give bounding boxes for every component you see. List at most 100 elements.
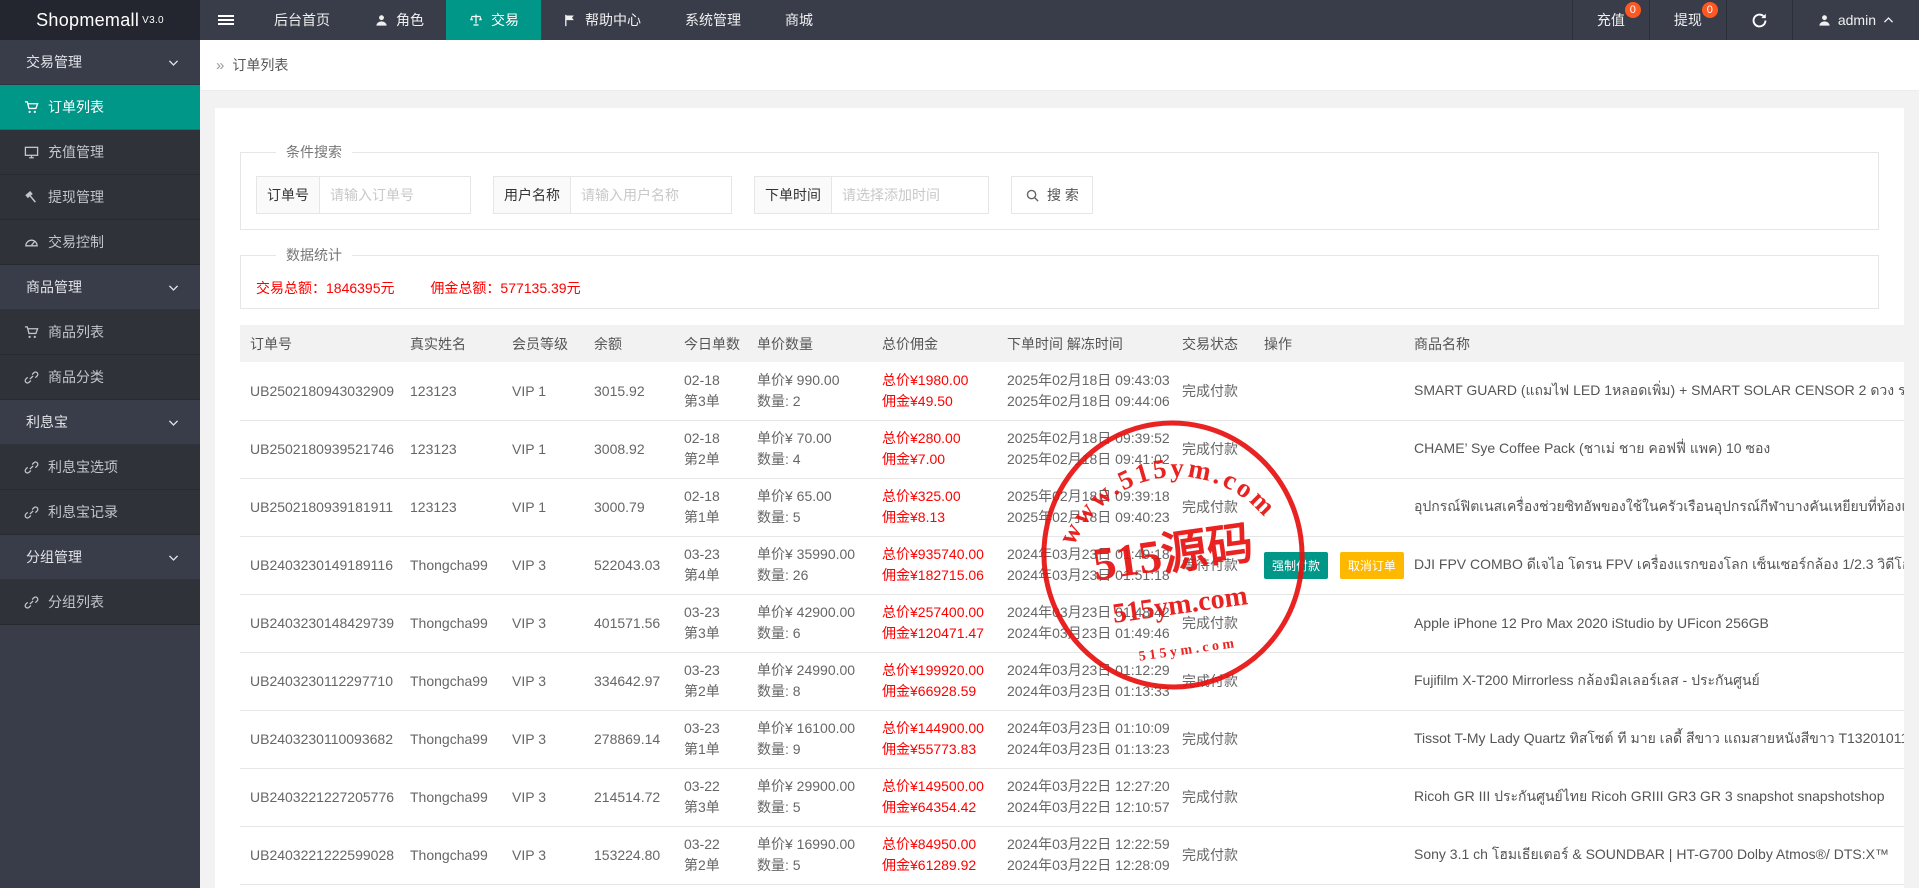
vip-level-cell: VIP 3	[502, 594, 584, 653]
recharge-shortcut[interactable]: 充值 0	[1571, 0, 1649, 40]
sidebar-item-recharge-management[interactable]: 充值管理	[0, 130, 200, 175]
real-name-cell: 123123	[400, 478, 502, 537]
chevron-down-icon	[167, 551, 180, 564]
username-group: 用户名称	[493, 176, 732, 214]
order-time-cell: 2024年03月23日 01:49:18 2024年03月23日 01:51:18	[997, 536, 1172, 595]
nav-label: 后台首页	[274, 12, 330, 28]
product-name-cell: Tissot T-My Lady Quartz ทิสโซต์ ที มาย เ…	[1404, 710, 1904, 769]
refresh-button[interactable]	[1725, 0, 1792, 40]
order-id-cell: UB2403230149189116	[240, 536, 400, 595]
today-orders-cell: 02-18 第3单	[674, 362, 747, 421]
balance-cell: 214514.72	[584, 768, 674, 827]
username: admin	[1837, 12, 1876, 28]
balance-cell: 401571.56	[584, 594, 674, 653]
app-version: V3.0	[142, 14, 164, 26]
order-id-input[interactable]	[319, 176, 471, 214]
sidebar-item-interest-records[interactable]: 利息宝记录	[0, 490, 200, 535]
sidebar-group-grouping-management[interactable]: 分组管理	[0, 535, 200, 580]
balance-cell	[584, 884, 674, 888]
nav-item-help-center[interactable]: 帮助中心	[541, 0, 663, 40]
order-time-cell: 2024年03月23日 01:48:42 2024年03月23日 01:49:46	[997, 594, 1172, 653]
sidebar-item-label: 交易控制	[48, 234, 104, 250]
nav-item-mall[interactable]: 商城	[763, 0, 835, 40]
sidebar-group-interest-treasure[interactable]: 利息宝	[0, 400, 200, 445]
vip-level-cell: VIP 1	[502, 362, 584, 421]
balance-cell: 3015.92	[584, 362, 674, 421]
username-input[interactable]	[570, 176, 732, 214]
col-actions: 操作	[1254, 325, 1404, 362]
balance-cell: 334642.97	[584, 652, 674, 711]
search-panel: 条件搜索 订单号 用户名称 下单时间	[240, 142, 1879, 230]
monitor-icon	[24, 145, 39, 160]
trade-status-cell: 完成付款	[1172, 710, 1254, 769]
nav-label: 商城	[785, 12, 813, 28]
content: 条件搜索 订单号 用户名称 下单时间	[200, 91, 1919, 888]
actions-cell	[1254, 362, 1404, 421]
trade-status-cell: 完成付款	[1172, 768, 1254, 827]
real-name-cell: Thongcha99	[400, 594, 502, 653]
sidebar-group-label: 交易管理	[26, 54, 82, 70]
top-right-menu: 充值 0 提现 0 admin	[1571, 0, 1919, 40]
product-name-cell: Apple iPhone 12 Pro Max 2020 iStudio by …	[1404, 594, 1904, 653]
top-nav: 后台首页 角色 交易 帮助中心 系统管理 商城	[252, 0, 835, 40]
sidebar-item-trade-control[interactable]: 交易控制	[0, 220, 200, 265]
sidebar-item-label: 分组列表	[48, 594, 104, 610]
sidebar-collapse-button[interactable]	[200, 0, 252, 40]
chevron-down-icon	[167, 56, 180, 69]
col-unit-qty: 单价数量	[747, 325, 872, 362]
table-row: UB2502180939521746 123123 VIP 1 3008.92 …	[240, 420, 1904, 479]
sidebar-group-label: 利息宝	[26, 414, 68, 430]
nav-item-roles[interactable]: 角色	[352, 0, 446, 40]
order-time-cell: 2024年03月23日 01:12:29 2024年03月23日 01:13:33	[997, 652, 1172, 711]
user-menu[interactable]: admin	[1791, 0, 1919, 40]
force-pay-button[interactable]: 强制付款	[1264, 551, 1329, 579]
top-bar: Shopmemall V3.0 后台首页 角色 交易 帮助中心 系统管理 商城 充…	[0, 0, 1919, 40]
actions-cell	[1254, 652, 1404, 711]
link-icon	[24, 595, 39, 610]
sidebar-group-product-management[interactable]: 商品管理	[0, 265, 200, 310]
today-orders-cell: 03-23 第2单	[674, 652, 747, 711]
total-commission-cell: 总价¥144900.00 佣金¥55773.83	[872, 710, 997, 769]
table-row: UB2502180939181911 123123 VIP 1 3000.79 …	[240, 478, 1904, 537]
nav-item-dashboard[interactable]: 后台首页	[252, 0, 352, 40]
trade-status-cell: 等待付款	[1172, 536, 1254, 595]
link-icon	[24, 370, 39, 385]
username-label: 用户名称	[493, 176, 570, 214]
sidebar-item-interest-options[interactable]: 利息宝选项	[0, 445, 200, 490]
sidebar-item-product-category[interactable]: 商品分类	[0, 355, 200, 400]
sidebar-item-label: 利息宝选项	[48, 459, 118, 475]
table-header: 订单号 真实姓名 会员等级 余额 今日单数 单价数量 总价佣金 下单时间 解冻时…	[240, 325, 1904, 362]
link-icon	[24, 460, 39, 475]
link-icon	[24, 505, 39, 520]
table-row: UB2502180943032909 123123 VIP 1 3015.92 …	[240, 362, 1904, 421]
total-commission-cell: 总价¥199920.00 佣金¥66928.59	[872, 652, 997, 711]
today-orders-cell: 02-18 第1单	[674, 478, 747, 537]
sidebar-item-order-list[interactable]: 订单列表	[0, 85, 200, 130]
total-trade-amount: 交易总额：1846395元	[256, 280, 395, 296]
nav-item-system[interactable]: 系统管理	[663, 0, 763, 40]
sidebar-item-label: 利息宝记录	[48, 504, 118, 520]
withdraw-shortcut[interactable]: 提现 0	[1648, 0, 1726, 40]
table-row: 03-22 单价¥ 10200.00 总价¥71400.00 2024年03月2…	[240, 884, 1904, 888]
unit-qty-cell: 单价¥ 35990.00 数量: 26	[747, 536, 872, 595]
search-button[interactable]: 搜 索	[1011, 176, 1093, 214]
sidebar-item-group-list[interactable]: 分组列表	[0, 580, 200, 625]
sidebar-group-trade-management[interactable]: 交易管理	[0, 40, 200, 85]
order-id-cell	[240, 884, 400, 888]
cancel-order-button[interactable]: 取消订单	[1339, 551, 1404, 579]
breadcrumb-icon: »	[216, 56, 225, 74]
gauge-icon	[24, 235, 39, 250]
real-name-cell: Thongcha99	[400, 768, 502, 827]
balance-cell: 3008.92	[584, 420, 674, 479]
today-orders-cell: 03-22 第2单	[674, 826, 747, 885]
sidebar-item-label: 商品列表	[48, 324, 104, 340]
col-product-name: 商品名称	[1404, 325, 1904, 362]
order-time-input[interactable]	[831, 176, 989, 214]
total-commission-cell: 总价¥84950.00 佣金¥61289.92	[872, 826, 997, 885]
actions-cell	[1254, 478, 1404, 537]
nav-item-trade[interactable]: 交易	[446, 0, 541, 40]
product-name-cell: DJI FPV COMBO ดีเจไอ โดรน FPV เครื่องแรก…	[1404, 536, 1904, 595]
sidebar-item-product-list[interactable]: 商品列表	[0, 310, 200, 355]
sidebar-item-withdraw-management[interactable]: 提现管理	[0, 175, 200, 220]
order-id-cell: UB2502180939181911	[240, 478, 400, 537]
